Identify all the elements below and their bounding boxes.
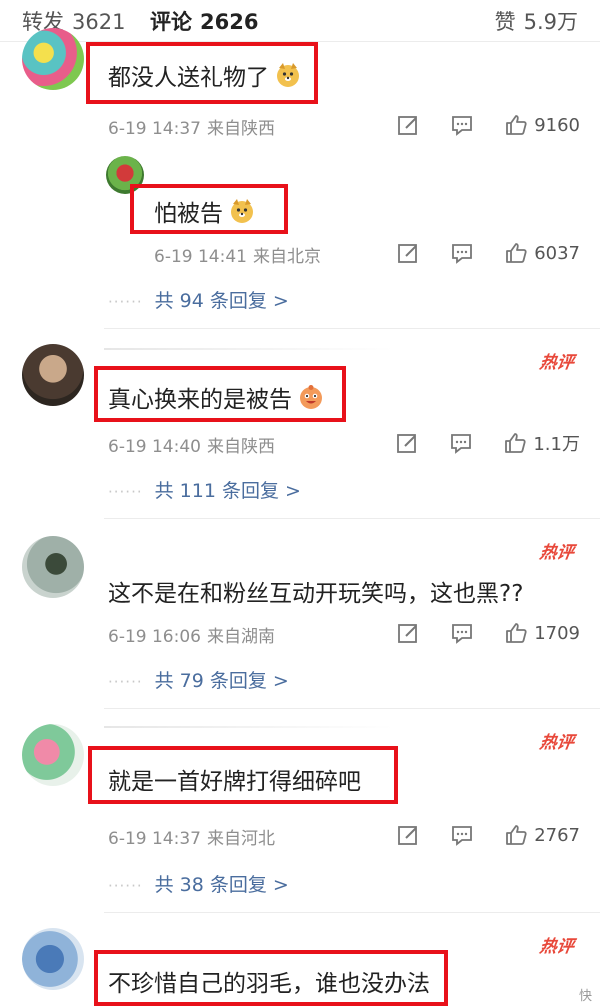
view-replies-link[interactable]: ······ 共 94 条回复 > (108, 286, 289, 313)
comment-text-content: 都没人送礼物了 (108, 65, 269, 91)
doge-emoji-icon (277, 63, 299, 87)
comment-text-content: 怕被告 (154, 201, 223, 227)
comment-actions: 1.1万 (395, 428, 580, 458)
comment-text: 这不是在和粉丝互动开玩笑吗，这也黑?? (108, 574, 523, 608)
thumbs-up-icon[interactable] (503, 431, 527, 455)
comment-time: 6-19 14:40 (108, 437, 201, 457)
view-replies-link[interactable]: ······ 共 111 条回复 > (108, 476, 301, 503)
divider (104, 708, 600, 709)
divider (104, 348, 394, 350)
like-count: 2767 (534, 824, 580, 846)
comment-meta: 6-19 14:41 来自北京 (154, 242, 321, 267)
hot-comment-badge: 热评 (538, 937, 576, 957)
thumbs-up-icon[interactable] (504, 823, 528, 847)
message-icon[interactable] (450, 823, 474, 847)
avatar[interactable] (22, 724, 84, 786)
avatar[interactable] (22, 344, 84, 406)
view-replies-link[interactable]: ······ 共 38 条回复 > (108, 870, 289, 897)
tab-repost-count: 3621 (72, 10, 126, 34)
comment-time: 6-19 14:41 (154, 247, 247, 267)
comment-text: 不珍惜自己的羽毛，谁也没办法 (108, 964, 430, 998)
like-count: 1.1万 (533, 434, 580, 455)
comment-location: 来自湖南 (206, 627, 275, 647)
avatar[interactable] (22, 28, 84, 90)
reply-dots: ······ (108, 673, 143, 691)
message-icon[interactable] (450, 241, 474, 265)
divider (104, 518, 600, 519)
tab-comment[interactable]: 评论 2626 (150, 6, 258, 36)
comment-location: 来自陕西 (206, 437, 275, 457)
like-count: 6037 (534, 242, 580, 264)
replies-count: 共 94 条回复 > (154, 290, 289, 312)
divider (104, 328, 600, 329)
message-icon[interactable] (450, 113, 474, 137)
doge-emoji-icon (231, 199, 253, 223)
comment-actions: 2767 (396, 820, 580, 850)
comment-text: 怕被告 (154, 194, 255, 228)
edit-icon[interactable] (396, 823, 420, 847)
thumbs-up-icon[interactable] (504, 113, 528, 137)
blush-emoji-icon (300, 385, 322, 409)
watermark: 快 (578, 989, 592, 1004)
comment-text-content: 这不是在和粉丝互动开玩笑吗，这也黑?? (108, 581, 524, 607)
comment-text-content: 就是一首好牌打得细碎吧 (108, 769, 361, 795)
hot-comment-badge: 热评 (538, 733, 576, 753)
message-icon[interactable] (450, 621, 474, 645)
divider (104, 726, 394, 728)
tab-comment-label: 评论 (150, 10, 192, 34)
comment-actions: 1709 (396, 618, 580, 648)
comment-actions: 6037 (396, 238, 580, 268)
thumbs-up-icon[interactable] (504, 241, 528, 265)
comment-meta: 6-19 16:06 来自湖南 (108, 622, 275, 647)
comment-tabs: 转发 3621 评论 2626 赞 5.9万 (0, 0, 600, 42)
comment-actions: 9160 (396, 110, 580, 140)
comment-text: 就是一首好牌打得细碎吧 (108, 762, 361, 796)
comment-text: 都没人送礼物了 (108, 58, 301, 92)
message-icon[interactable] (449, 431, 473, 455)
comment-time: 6-19 16:06 (108, 627, 201, 647)
comment-text: 真心换来的是被告 (108, 380, 324, 414)
edit-icon[interactable] (396, 621, 420, 645)
comment-location: 来自河北 (206, 829, 275, 849)
comment-time: 6-19 14:37 (108, 119, 201, 139)
replies-count: 共 111 条回复 > (154, 480, 301, 502)
edit-icon[interactable] (396, 113, 420, 137)
like-count: 1709 (534, 622, 580, 644)
avatar[interactable] (22, 928, 84, 990)
thumbs-up-icon[interactable] (504, 621, 528, 645)
reply-dots: ······ (108, 877, 143, 895)
avatar[interactable] (22, 536, 84, 598)
edit-icon[interactable] (396, 241, 420, 265)
replies-count: 共 38 条回复 > (154, 874, 289, 896)
tab-like-label: 赞 (494, 10, 516, 34)
hot-comment-badge: 热评 (538, 543, 576, 563)
tab-like[interactable]: 赞 5.9万 (495, 6, 578, 36)
reply-dots: ······ (108, 293, 143, 311)
view-replies-link[interactable]: ······ 共 79 条回复 > (108, 666, 289, 693)
comment-location: 来自陕西 (206, 119, 275, 139)
like-count: 9160 (534, 114, 580, 136)
comment-text-content: 真心换来的是被告 (108, 387, 292, 413)
comment-location: 来自北京 (252, 247, 321, 267)
replies-count: 共 79 条回复 > (154, 670, 289, 692)
comment-time: 6-19 14:37 (108, 829, 201, 849)
comment-meta: 6-19 14:40 来自陕西 (108, 432, 275, 457)
hot-comment-badge: 热评 (538, 353, 576, 373)
edit-icon[interactable] (395, 431, 419, 455)
comment-text-content: 不珍惜自己的羽毛，谁也没办法 (108, 971, 430, 997)
comment-meta: 6-19 14:37 来自陕西 (108, 114, 275, 139)
divider (104, 912, 600, 913)
comment-meta: 6-19 14:37 来自河北 (108, 824, 275, 849)
tab-comment-count: 2626 (200, 10, 259, 34)
reply-dots: ······ (108, 483, 143, 501)
tab-like-count: 5.9万 (523, 10, 578, 34)
